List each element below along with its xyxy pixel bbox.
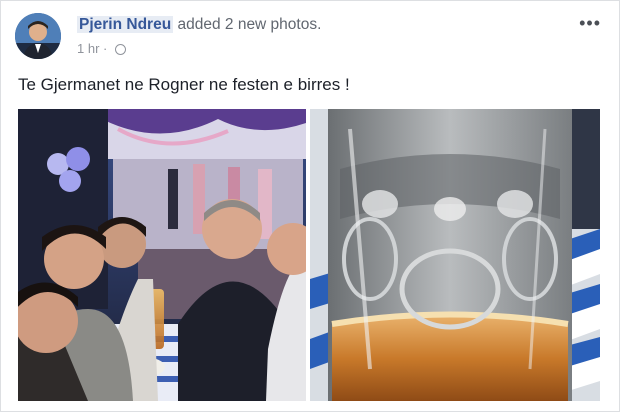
- beer-mug-photo[interactable]: [310, 109, 600, 401]
- more-options-icon[interactable]: •••: [579, 13, 601, 34]
- post-meta: 1 hr ·: [77, 41, 126, 56]
- post-header: Pjerin Ndreu added 2 new photos.: [77, 16, 321, 34]
- party-selfie-photo[interactable]: [18, 109, 306, 401]
- avatar[interactable]: [15, 13, 61, 59]
- meta-separator: ·: [103, 41, 108, 56]
- post-card: Pjerin Ndreu added 2 new photos. 1 hr · …: [0, 0, 620, 412]
- party-selfie-illustration: [18, 109, 306, 401]
- post-action-text: added 2 new photos.: [177, 16, 322, 33]
- post-caption: Te Gjermanet ne Rogner ne festen e birre…: [18, 75, 350, 94]
- timestamp-link[interactable]: 1 hr: [77, 41, 99, 56]
- beer-mug-illustration: [310, 109, 600, 401]
- globe-icon[interactable]: [115, 44, 126, 55]
- author-name-link[interactable]: Pjerin Ndreu: [77, 16, 174, 33]
- avatar-image: [15, 13, 61, 59]
